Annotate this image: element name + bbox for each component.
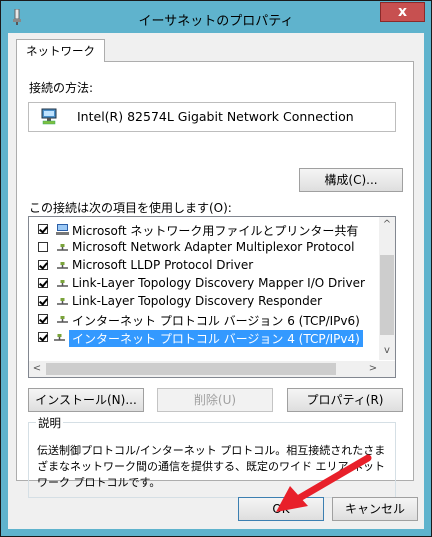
list-item[interactable]: Link-Layer Topology Discovery Responder	[29, 293, 383, 310]
item-checkbox[interactable]	[38, 278, 48, 288]
adapter-box: Intel(R) 82574L Gigabit Network Connecti…	[28, 102, 396, 132]
protocol-icon	[57, 244, 68, 251]
protocol-icon	[57, 280, 68, 287]
scroll-corner	[379, 361, 395, 377]
window-title: イーサネットのプロパティ	[138, 14, 294, 29]
close-button[interactable]: x	[380, 2, 425, 22]
item-checkbox[interactable]	[38, 314, 48, 324]
item-checkbox[interactable]	[38, 332, 48, 342]
item-label: Link-Layer Topology Discovery Responder	[72, 294, 323, 308]
item-label: インターネット プロトコル バージョン 6 (TCP/IPv6)	[72, 314, 360, 328]
properties-button[interactable]: プロパティ(R)	[287, 388, 403, 412]
protocol-icon	[57, 316, 68, 323]
file-share-icon	[56, 224, 69, 235]
dialog-client: ネットワーク 接続の方法: Intel(R) 82574L Gigabit Ne…	[8, 33, 424, 529]
vertical-scrollbar[interactable]: ^ v	[379, 217, 395, 360]
items-list[interactable]: Microsoft ネットワーク用ファイルとプリンター共有 Microsoft …	[28, 216, 396, 378]
list-item[interactable]: Link-Layer Topology Discovery Mapper I/O…	[29, 275, 383, 292]
install-button[interactable]: インストール(N)...	[28, 388, 144, 412]
item-label: Microsoft Network Adapter Multiplexor Pr…	[72, 240, 355, 254]
protocol-icon	[57, 262, 68, 269]
horizontal-scrollbar[interactable]: < >	[29, 361, 381, 377]
scroll-left-icon[interactable]: <	[29, 363, 45, 374]
list-item[interactable]: Microsoft LLDP Protocol Driver	[29, 257, 383, 274]
network-adapter-icon	[41, 108, 57, 125]
item-checkbox[interactable]	[38, 296, 48, 306]
list-item[interactable]: Microsoft ネットワーク用ファイルとプリンター共有	[29, 221, 383, 238]
protocol-icon	[57, 298, 68, 305]
cancel-button[interactable]: キャンセル	[332, 497, 418, 521]
adapter-name: Intel(R) 82574L Gigabit Network Connecti…	[77, 109, 354, 124]
properties-window: イーサネットのプロパティ x ネットワーク 接続の方法: Intel(R) 82…	[0, 0, 432, 537]
list-item[interactable]: インターネット プロトコル バージョン 6 (TCP/IPv6)	[29, 311, 383, 328]
connection-heading: 接続の方法:	[29, 81, 94, 95]
scroll-down-icon[interactable]: v	[379, 345, 395, 356]
items-heading: この接続は次の項目を使用します(O):	[29, 201, 232, 215]
uninstall-button[interactable]: 削除(U)	[157, 388, 273, 412]
item-label: Microsoft LLDP Protocol Driver	[72, 258, 254, 272]
item-label: インターネット プロトコル バージョン 4 (TCP/IPv4)	[69, 330, 363, 347]
item-checkbox[interactable]	[38, 224, 48, 234]
item-checkbox[interactable]	[38, 242, 48, 252]
configure-button[interactable]: 構成(C)...	[299, 168, 403, 192]
item-label: Link-Layer Topology Discovery Mapper I/O…	[72, 276, 365, 290]
item-checkbox[interactable]	[38, 260, 48, 270]
description-heading: 説明	[36, 415, 63, 431]
list-item-selected[interactable]: インターネット プロトコル バージョン 4 (TCP/IPv4)	[29, 329, 383, 347]
title-bar[interactable]: イーサネットのプロパティ x	[1, 1, 431, 33]
scroll-up-icon[interactable]: ^	[379, 219, 395, 230]
protocol-icon	[54, 334, 65, 341]
horizontal-scroll-thumb[interactable]	[46, 363, 336, 375]
tab-panel: 接続の方法: Intel(R) 82574L Gigabit Network C…	[16, 61, 414, 498]
description-group: 説明 伝送制御プロトコル/インターネット プロトコル。相互接続されたさまざまなネ…	[28, 415, 396, 498]
tab-network[interactable]: ネットワーク	[16, 39, 105, 62]
vertical-scroll-thumb[interactable]	[380, 255, 394, 335]
list-item[interactable]: Microsoft Network Adapter Multiplexor Pr…	[29, 239, 383, 256]
ok-button[interactable]: OK	[238, 497, 324, 521]
item-label: Microsoft ネットワーク用ファイルとプリンター共有	[72, 224, 359, 238]
description-text: 伝送制御プロトコル/インターネット プロトコル。相互接続されたさまざまなネットワ…	[37, 444, 386, 489]
